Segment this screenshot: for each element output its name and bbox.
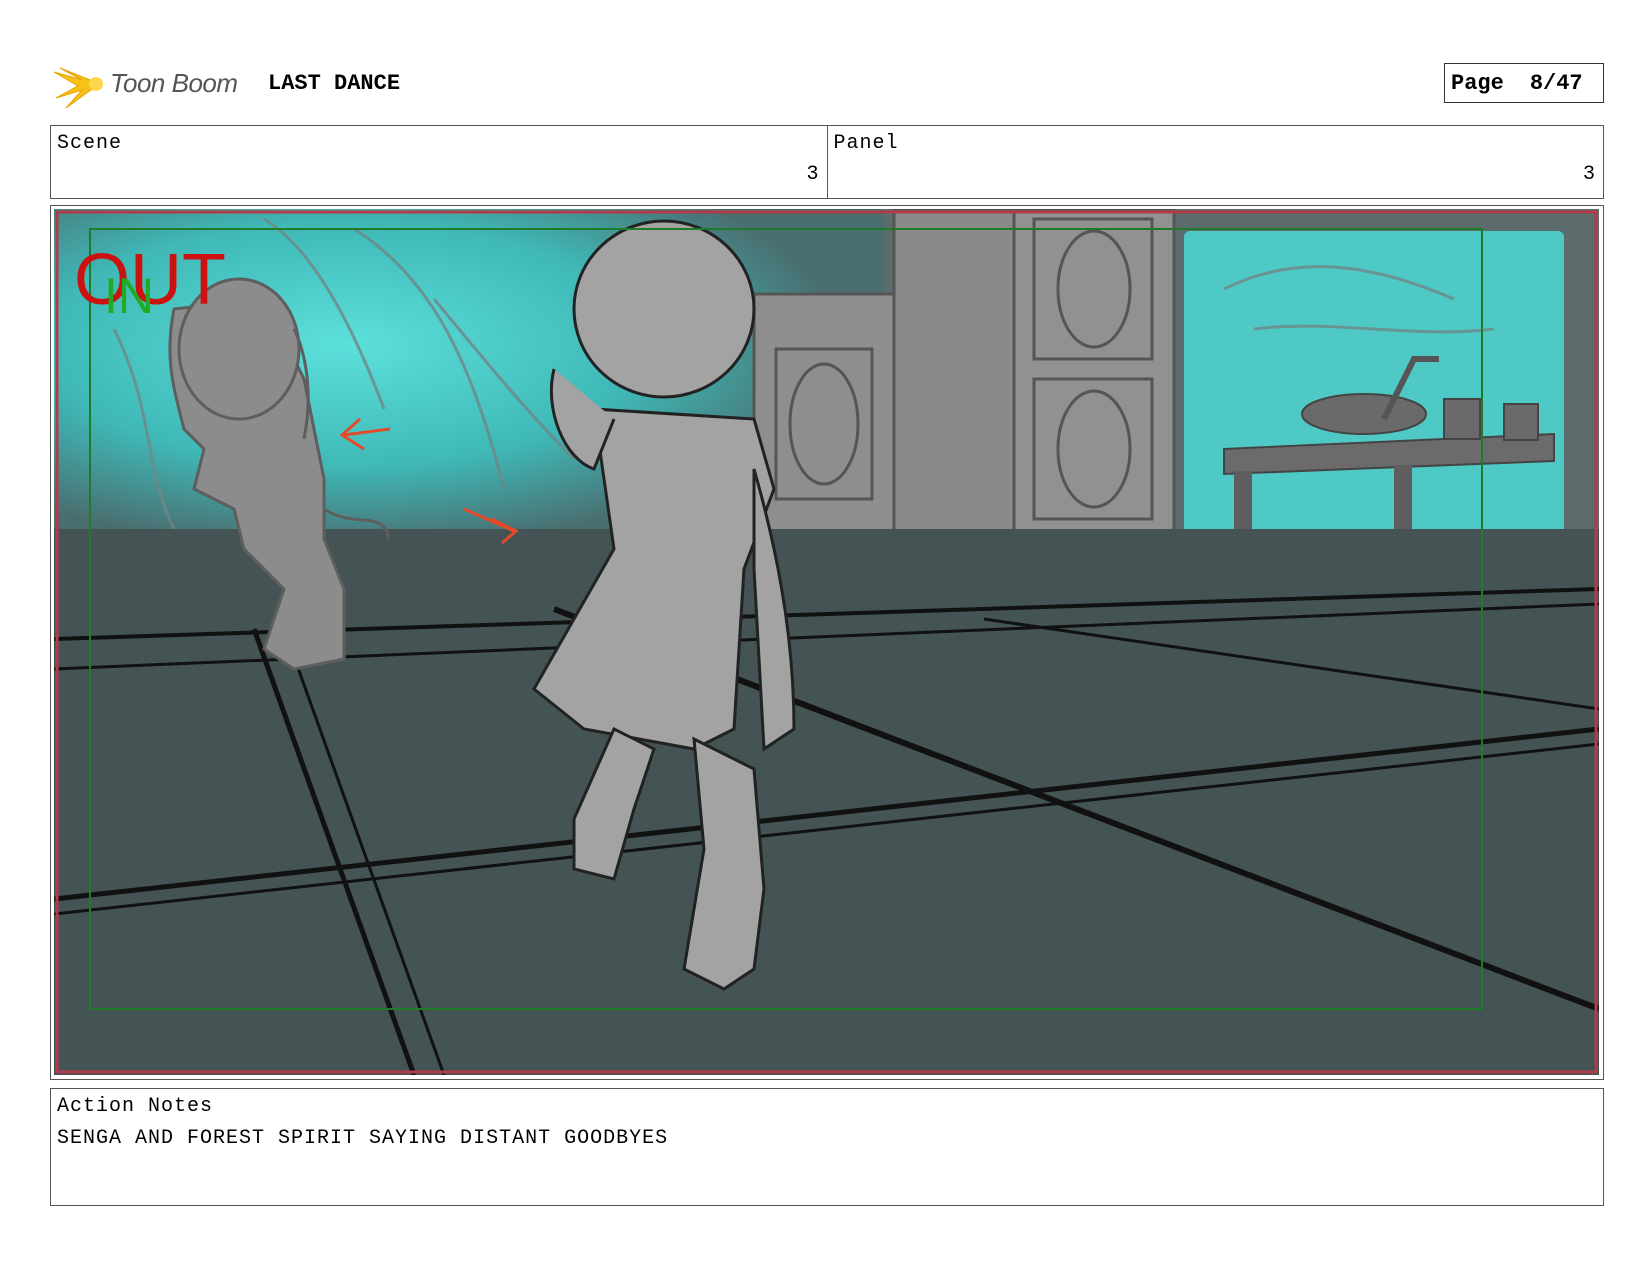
logo-text: Toon Boom (110, 68, 238, 98)
scene-label: Scene (57, 132, 123, 155)
panel-label: Panel (833, 132, 899, 155)
storyboard-header: Toon Boom LAST DANCE Page 8/47 (52, 58, 1612, 110)
page-label: Page (1451, 70, 1504, 96)
action-notes-text: SENGA AND FOREST SPIRIT SAYING DISTANT G… (57, 1127, 669, 1150)
project-title: LAST DANCE (268, 71, 401, 96)
scene-cell: Scene 3 (51, 126, 827, 198)
scene-number: 3 (806, 163, 819, 186)
panel-number: 3 (1582, 163, 1595, 186)
speaker-large (892, 209, 1176, 556)
action-notes-box: Action Notes SENGA AND FOREST SPIRIT SAY… (50, 1088, 1604, 1206)
scene-panel-row: Scene 3 Panel 3 (50, 125, 1604, 199)
action-notes-label: Action Notes (57, 1095, 214, 1118)
panel-drawing: OUT IN (54, 209, 1599, 1075)
page-number: 8/47 (1529, 70, 1583, 96)
starburst-icon (53, 67, 103, 109)
speaker-small (752, 292, 896, 566)
toon-boom-logo: Toon Boom (52, 58, 252, 110)
storyboard-panel: OUT IN (50, 205, 1604, 1080)
in-label: IN (104, 268, 154, 324)
page-indicator: Page 8/47 (1444, 63, 1604, 103)
panel-cell: Panel 3 (826, 126, 1604, 198)
